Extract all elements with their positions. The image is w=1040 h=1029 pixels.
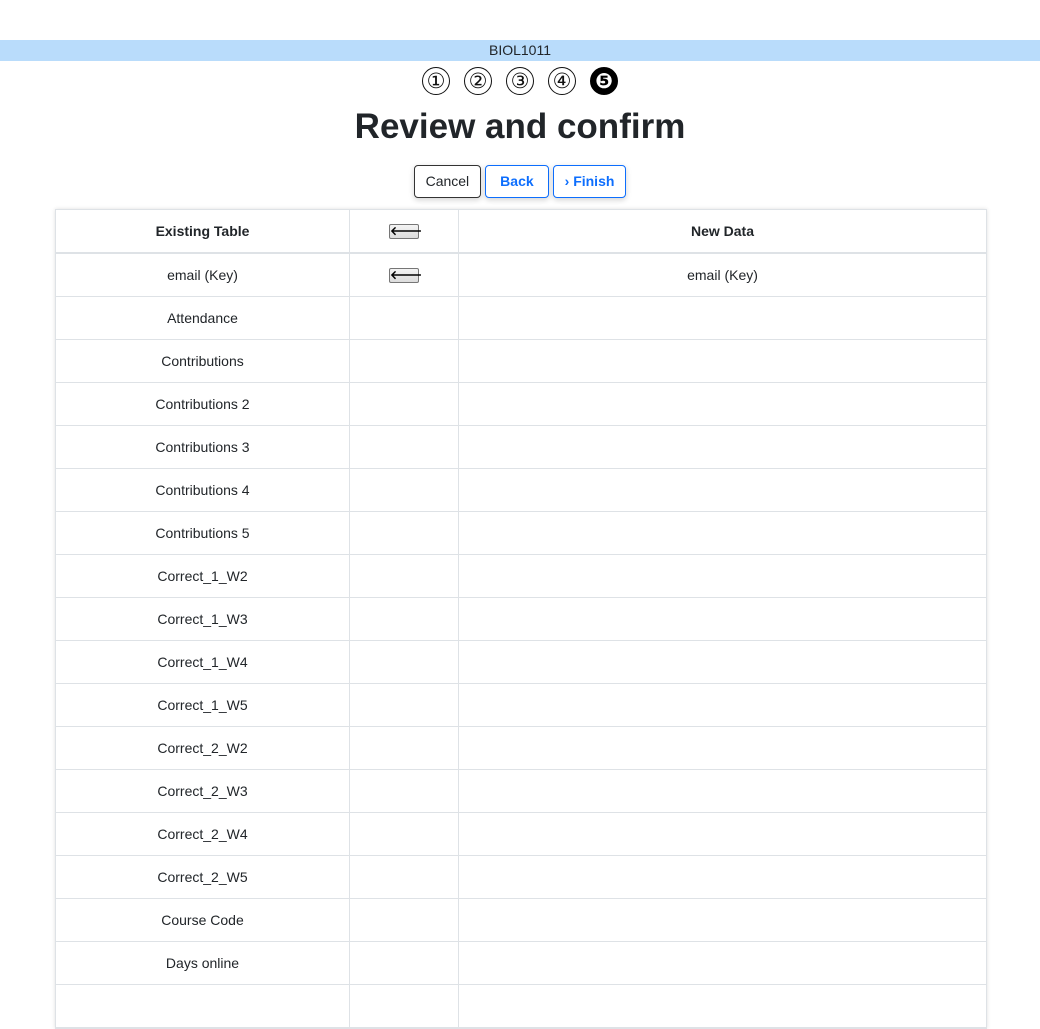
existing-column-cell: Contributions 4: [56, 468, 350, 512]
map-cell: [349, 425, 459, 469]
action-buttons: Cancel Back › Finish: [0, 165, 1040, 198]
new-data-cell: [458, 898, 986, 942]
table-row: [56, 984, 986, 1028]
new-data-cell: [458, 425, 986, 469]
new-data-cell: [458, 769, 986, 813]
step-4-indicator: ④: [548, 67, 576, 95]
new-data-cell: [458, 296, 986, 340]
existing-column-cell: Correct_2_W5: [56, 855, 350, 899]
table-body: email (Key) 🡐 email (Key) Attendance Contrib…: [56, 253, 986, 1028]
table-row: Attendance: [56, 296, 986, 340]
new-data-cell: [458, 640, 986, 684]
existing-column-cell: Correct_2_W3: [56, 769, 350, 813]
step-3-indicator: ③: [506, 67, 534, 95]
existing-column-cell: Correct_1_W2: [56, 554, 350, 598]
map-cell: [349, 812, 459, 856]
existing-column-cell: Contributions 5: [56, 511, 350, 555]
map-cell: [349, 296, 459, 340]
new-data-cell: [458, 339, 986, 383]
header-new-data: New Data: [458, 210, 986, 254]
table-row: Correct_2_W2: [56, 726, 986, 770]
table-row: Correct_1_W3: [56, 597, 986, 641]
existing-column-cell: Contributions 2: [56, 382, 350, 426]
map-cell: [349, 855, 459, 899]
existing-column-cell: Correct_2_W2: [56, 726, 350, 770]
table-row: Course Code: [56, 898, 986, 942]
header-existing-table: Existing Table: [56, 210, 350, 254]
page-title: Review and confirm: [354, 107, 686, 146]
map-cell: [349, 984, 459, 1028]
new-data-cell: [458, 554, 986, 598]
table-row: Contributions: [56, 339, 986, 383]
map-cell: [349, 941, 459, 985]
existing-column-cell: Correct_2_W4: [56, 812, 350, 856]
table-row: email (Key) 🡐 email (Key): [56, 253, 986, 297]
table-row: Correct_2_W5: [56, 855, 986, 899]
map-cell: [349, 554, 459, 598]
back-button[interactable]: Back: [485, 165, 549, 198]
new-data-cell: [458, 855, 986, 899]
step-1-indicator: ①: [422, 67, 450, 95]
table-row: Correct_2_W4: [56, 812, 986, 856]
table-row: Days online: [56, 941, 986, 985]
map-cell: [349, 511, 459, 555]
table-row: Contributions 4: [56, 468, 986, 512]
new-data-cell: email (Key): [458, 253, 986, 297]
new-data-cell: [458, 511, 986, 555]
course-code: BIOL1011: [488, 42, 551, 58]
map-cell: [349, 597, 459, 641]
cancel-button[interactable]: Cancel: [413, 165, 482, 198]
new-data-cell: [458, 941, 986, 985]
existing-column-cell: Days online: [56, 941, 350, 985]
existing-column-cell: [56, 984, 350, 1028]
mapping-table: Existing Table 🡐 New Data email (Key) 🡐 em…: [56, 210, 986, 1028]
map-cell: [349, 769, 459, 813]
existing-column-cell: email (Key): [56, 253, 350, 297]
existing-column-cell: Correct_1_W3: [56, 597, 350, 641]
table-header-row: Existing Table 🡐 New Data: [56, 210, 986, 254]
new-data-cell: [458, 468, 986, 512]
mapping-table-container: Existing Table 🡐 New Data email (Key) 🡐 em…: [55, 209, 987, 1029]
existing-column-cell: Correct_1_W4: [56, 640, 350, 684]
map-cell: [349, 726, 459, 770]
new-data-cell: [458, 726, 986, 770]
map-cell: [349, 382, 459, 426]
map-cell: [349, 339, 459, 383]
existing-column-cell: Course Code: [56, 898, 350, 942]
existing-column-cell: Attendance: [56, 296, 350, 340]
map-cell: [349, 683, 459, 727]
map-left-arrow-icon[interactable]: 🡐: [389, 268, 422, 284]
map-all-left-arrow-icon[interactable]: 🡐: [389, 224, 422, 240]
table-row: Contributions 5: [56, 511, 986, 555]
wizard-steps: ①②③④❺: [0, 67, 1040, 95]
table-row: Contributions 2: [56, 382, 986, 426]
map-cell: 🡐: [349, 253, 459, 297]
table-row: Correct_1_W4: [56, 640, 986, 684]
map-cell: [349, 898, 459, 942]
existing-column-cell: Contributions 3: [56, 425, 350, 469]
table-row: Correct_2_W3: [56, 769, 986, 813]
map-cell: [349, 468, 459, 512]
step-2-indicator: ②: [464, 67, 492, 95]
table-row: Correct_1_W2: [56, 554, 986, 598]
table-row: Correct_1_W5: [56, 683, 986, 727]
new-data-cell: [458, 683, 986, 727]
header-map-all: 🡐: [349, 210, 459, 254]
new-data-cell: [458, 812, 986, 856]
step-5-indicator: ❺: [590, 67, 618, 95]
new-data-cell: [458, 984, 986, 1028]
existing-column-cell: Correct_1_W5: [56, 683, 350, 727]
map-cell: [349, 640, 459, 684]
new-data-cell: [458, 382, 986, 426]
existing-column-cell: Contributions: [56, 339, 350, 383]
finish-button[interactable]: › Finish: [552, 165, 627, 198]
course-code-bar: BIOL1011: [0, 40, 1040, 61]
new-data-cell: [458, 597, 986, 641]
table-row: Contributions 3: [56, 425, 986, 469]
